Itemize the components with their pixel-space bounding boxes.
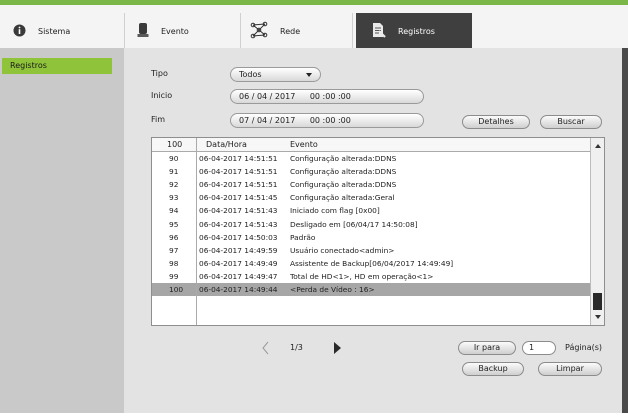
tab-divider [124,13,125,49]
row-number: 92 [169,180,179,190]
tab-label: Evento [161,26,189,36]
tab-divider [240,13,241,49]
tab-divider [352,13,353,49]
log-table: 100 Data/Hora Evento 90 06-04-2017 14:51:… [151,137,605,326]
fim-label: Fim [151,115,166,124]
row-event: Configuração alterada:Geral [290,193,395,203]
fim-time[interactable]: 00 :00 :00 [310,116,351,125]
tab-label: Sistema [38,26,71,36]
row-datetime: 06-04-2017 14:49:44 [199,285,278,294]
table-row[interactable]: 94 06-04-2017 14:51:43 Iniciado com flag [… [152,204,590,217]
row-event: Desligado em [06/04/17 14:50:08] [290,219,418,229]
tab-label: Rede [280,26,301,36]
tab-registros[interactable]: Registros [356,13,472,49]
row-event: Configuração alterada:DDNS [290,154,397,163]
tab-label: Registros [398,26,435,36]
row-datetime: 06-04-2017 14:49:49 [199,258,278,268]
row-datetime: 06-04-2017 14:51:51 [199,167,278,177]
table-row[interactable]: 100 06-04-2017 14:49:44 <Perda de Vídeo : … [152,283,590,296]
fim-datetime-field[interactable]: 07 / 04 / 2017 00 :00 :00 [230,113,424,128]
row-event: Total de HD<1>, HD em operação<1> [290,271,434,281]
table-row[interactable]: 92 06-04-2017 14:51:51 Configuração altera… [152,178,590,191]
row-event: Iniciado com flag [0x00] [290,206,380,216]
limpar-button[interactable]: Limpar [538,362,602,376]
page-indicator: 1/3 [290,343,303,352]
column-header-datahora: Data/Hora [206,140,247,149]
row-number: 97 [169,245,179,255]
info-icon [13,24,26,39]
row-number: 99 [169,271,179,281]
column-header-evento: Evento [290,140,318,149]
inicio-label: Inicio [151,91,173,100]
row-event: Assistente de Backup[06/04/2017 14:49:49… [290,258,454,268]
vertical-scrollbar[interactable] [590,138,604,325]
alarm-icon [137,22,149,40]
bottom-edge [0,413,628,420]
table-row[interactable]: 91 06-04-2017 14:51:51 Configuração altera… [152,165,590,178]
row-datetime: 06-04-2017 14:51:51 [199,180,278,190]
prev-page-icon[interactable] [261,341,270,357]
row-datetime: 06-04-2017 14:49:47 [199,271,278,281]
row-number: 91 [169,167,179,177]
row-event: Usuário conectado<admin> [290,245,395,255]
table-row[interactable]: 90 06-04-2017 14:51:51 Configuração altera… [152,152,590,165]
row-number: 96 [169,232,179,242]
row-datetime: 06-04-2017 14:51:43 [199,219,278,229]
backup-button[interactable]: Backup [462,362,524,376]
table-row[interactable]: 97 06-04-2017 14:49:59 Usuário conectado<a… [152,244,590,257]
tab-rede[interactable]: Rede [250,13,350,49]
next-page-icon[interactable] [333,341,342,357]
row-number: 93 [169,193,179,203]
row-event: Padrão [290,232,316,242]
sidebar-item-registros[interactable]: Registros [2,58,112,74]
row-event: Configuração alterada:DDNS [290,167,397,177]
page-number-input[interactable]: 1 [522,341,556,355]
table-row[interactable]: 93 06-04-2017 14:51:45 Configuração altera… [152,191,590,204]
inicio-time[interactable]: 00 :00 :00 [310,92,351,101]
top-navigation-bar: Sistema Evento Rede Registros [0,0,628,49]
column-header-count: 100 [167,140,183,149]
row-number: 98 [169,258,179,268]
row-datetime: 06-04-2017 14:51:45 [199,193,278,203]
row-number: 94 [169,206,179,216]
sidebar: Registros [0,48,124,413]
table-header: 100 Data/Hora Evento [152,138,590,152]
row-datetime: 06-04-2017 14:51:51 [199,154,278,163]
inicio-date[interactable]: 06 / 04 / 2017 [239,92,295,101]
network-icon [250,21,268,41]
chevron-down-icon [306,73,312,77]
row-datetime: 06-04-2017 14:49:59 [199,245,278,255]
scroll-up-icon[interactable] [595,144,601,148]
document-icon [370,22,386,40]
scroll-down-icon[interactable] [595,315,601,319]
column-divider [196,138,197,325]
fim-date[interactable]: 07 / 04 / 2017 [239,116,295,125]
tipo-select[interactable]: Todos [230,67,321,82]
buscar-button[interactable]: Buscar [540,115,602,129]
row-datetime: 06-04-2017 14:51:43 [199,206,278,216]
tipo-label: Tipo [151,69,168,78]
inicio-datetime-field[interactable]: 06 / 04 / 2017 00 :00 :00 [230,89,424,104]
row-number: 95 [169,219,179,229]
tab-sistema[interactable]: Sistema [10,13,122,49]
row-event: <Perda de Vídeo : 16> [290,285,375,294]
table-row[interactable]: 99 06-04-2017 14:49:47 Total de HD<1>, HD … [152,270,590,283]
row-number: 90 [169,154,179,163]
table-row[interactable]: 96 06-04-2017 14:50:03 Padrão [152,231,590,244]
table-row[interactable]: 95 06-04-2017 14:51:43 Desligado em [06/04… [152,218,590,231]
detalhes-button[interactable]: Detalhes [462,115,530,129]
pages-label: Página(s) [565,343,603,352]
row-event: Configuração alterada:DDNS [290,180,397,190]
ir-para-button[interactable]: Ir para [458,341,516,355]
row-datetime: 06-04-2017 14:50:03 [199,232,278,242]
row-number: 100 [169,285,184,294]
table-row[interactable]: 98 06-04-2017 14:49:49 Assistente de Backu… [152,257,590,270]
scroll-thumb[interactable] [593,293,602,310]
tab-evento[interactable]: Evento [134,13,238,49]
tipo-value: Todos [239,70,262,79]
